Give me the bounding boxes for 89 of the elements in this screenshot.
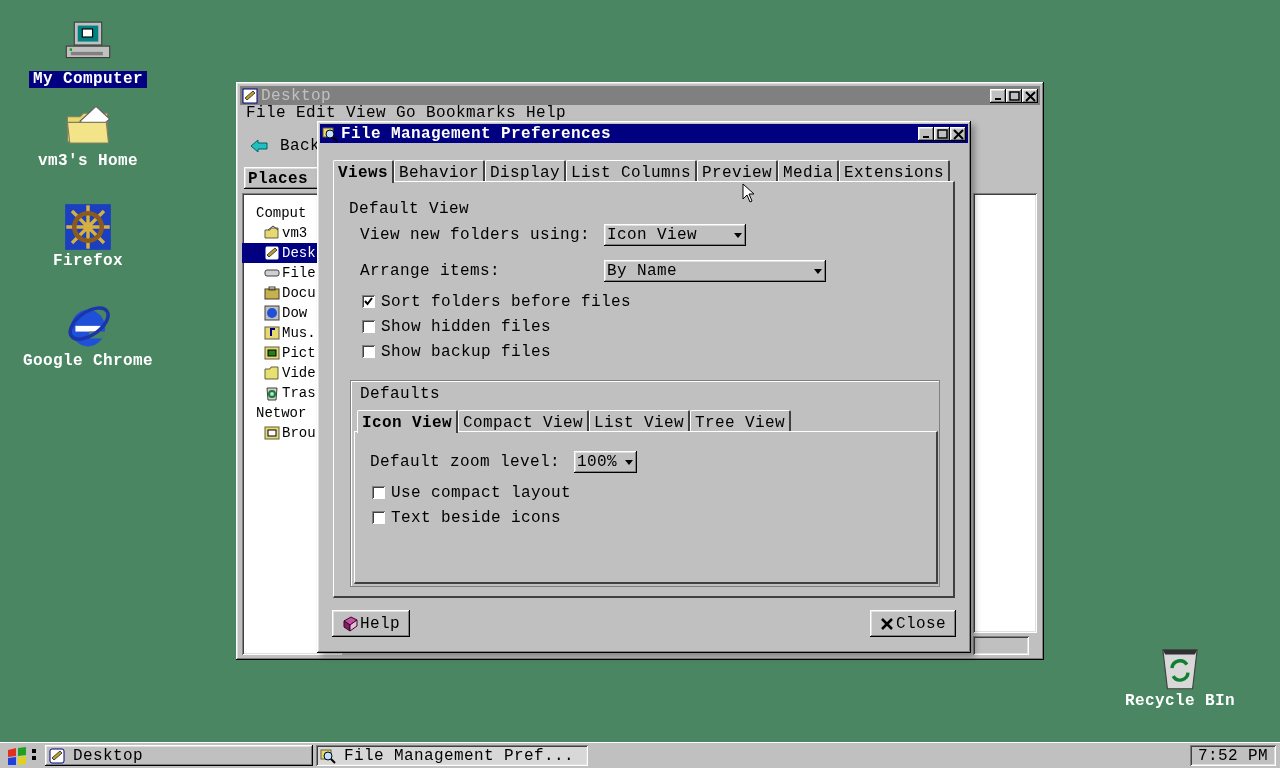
menu-item[interactable]: Edit <box>296 105 337 121</box>
back-arrow-icon <box>250 139 268 153</box>
taskbar-button[interactable]: File Management Pref... <box>316 745 588 766</box>
checkbox[interactable] <box>372 486 385 499</box>
minimize-button[interactable] <box>918 126 934 141</box>
tree-item[interactable]: Vide <box>242 363 342 383</box>
tree-item[interactable]: Mus. <box>242 323 342 343</box>
dropdown[interactable]: 100% <box>574 451 638 473</box>
checkbox-label: Text beside icons <box>391 507 562 529</box>
menu-item[interactable]: Go <box>396 105 417 121</box>
dropdown-arrow-icon <box>625 459 634 465</box>
tab[interactable]: Compact View <box>458 410 590 431</box>
tree-item[interactable]: Brou <box>242 423 342 443</box>
menu-item[interactable]: Bookmarks <box>426 105 517 121</box>
clock: 7:52 PM <box>1190 745 1276 766</box>
magnifier-icon <box>322 125 338 142</box>
home-folder-icon <box>264 225 280 241</box>
folder-icon <box>264 365 280 381</box>
checkbox[interactable] <box>372 511 385 524</box>
picture-folder-icon <box>264 345 280 361</box>
status-bar <box>973 636 1029 655</box>
dropdown-arrow-icon <box>734 232 742 238</box>
checkbox-label: Sort folders before files <box>381 291 632 313</box>
close-icon <box>880 616 894 631</box>
dropdown[interactable]: Icon View <box>604 224 746 246</box>
field-label: Arrange items: <box>360 261 502 282</box>
ship-wheel-icon[interactable] <box>64 203 112 251</box>
desktop-icon <box>264 245 280 261</box>
tab[interactable]: List View <box>589 410 691 431</box>
checkbox-label: Use compact layout <box>391 482 572 504</box>
icon-label[interactable]: My Computer <box>29 71 147 88</box>
tab[interactable]: Display <box>485 160 567 181</box>
close-button[interactable]: Close <box>870 610 956 637</box>
maximize-button[interactable] <box>934 126 950 141</box>
maximize-button[interactable] <box>1006 88 1022 103</box>
menu-item[interactable]: File <box>246 105 286 121</box>
checkbox[interactable] <box>362 345 375 358</box>
window-title: File Management Preferences <box>341 123 612 145</box>
checkbox[interactable] <box>362 295 375 308</box>
tab[interactable]: Views <box>333 160 394 183</box>
checkbox-label: Show backup files <box>381 341 552 363</box>
close-icon <box>950 126 966 141</box>
window-title: Desktop <box>261 85 331 105</box>
back-button[interactable]: Back <box>250 134 320 158</box>
minimize-icon <box>995 97 1001 100</box>
tab[interactable]: Extensions <box>839 160 951 181</box>
tab[interactable]: Media <box>778 160 840 181</box>
dropdown[interactable]: By Name <box>604 260 826 282</box>
tree-item[interactable]: Tras <box>242 383 342 403</box>
tree-item[interactable]: File <box>242 263 342 283</box>
tree-item[interactable]: Dow <box>242 303 342 323</box>
field-label: Default zoom level: <box>370 452 561 473</box>
tree-item[interactable]: Pict <box>242 343 342 363</box>
taskbar-button[interactable]: Desktop <box>45 745 313 766</box>
close-icon <box>1022 88 1038 103</box>
help-button[interactable]: Help <box>332 610 410 637</box>
dropdown-arrow-icon <box>814 268 822 274</box>
maximize-icon <box>934 126 950 141</box>
tree-item[interactable]: vm3 <box>242 223 342 243</box>
menu-item[interactable]: View <box>346 105 387 121</box>
close-button[interactable] <box>950 126 966 141</box>
icon-label[interactable]: Firefox <box>49 253 127 270</box>
tab[interactable]: Preview <box>697 160 779 181</box>
maximize-icon <box>1006 88 1022 103</box>
trash-icon <box>264 385 280 401</box>
music-folder-icon <box>264 325 280 341</box>
minimize-icon <box>923 135 929 138</box>
field-label: View new folders using: <box>360 225 592 246</box>
tree-item[interactable]: Docu <box>242 283 342 303</box>
tab[interactable]: Behavior <box>394 160 486 181</box>
icon-label[interactable]: Recycle BIn <box>1121 693 1239 710</box>
network-folder-icon <box>264 425 280 441</box>
close-button[interactable] <box>1022 88 1038 103</box>
checkbox[interactable] <box>362 320 375 333</box>
tab[interactable]: List Columns <box>566 160 698 181</box>
icon-label[interactable]: vm3's Home <box>34 153 142 170</box>
globe-icon <box>264 305 280 321</box>
minimize-button[interactable] <box>990 88 1006 103</box>
group-title: Defaults <box>359 384 441 405</box>
desktop-icon <box>49 747 65 764</box>
menu-item[interactable]: Help <box>526 105 567 121</box>
magnifier-icon <box>320 747 336 764</box>
tab[interactable]: Icon View <box>357 410 458 433</box>
section-title: Default View <box>349 199 471 217</box>
desktop-icon <box>242 87 258 104</box>
briefcase-icon <box>264 285 280 301</box>
tab[interactable]: Tree View <box>690 410 792 431</box>
icon-label[interactable]: Google Chrome <box>19 353 157 370</box>
checkbox-label: Show hidden files <box>381 316 552 338</box>
